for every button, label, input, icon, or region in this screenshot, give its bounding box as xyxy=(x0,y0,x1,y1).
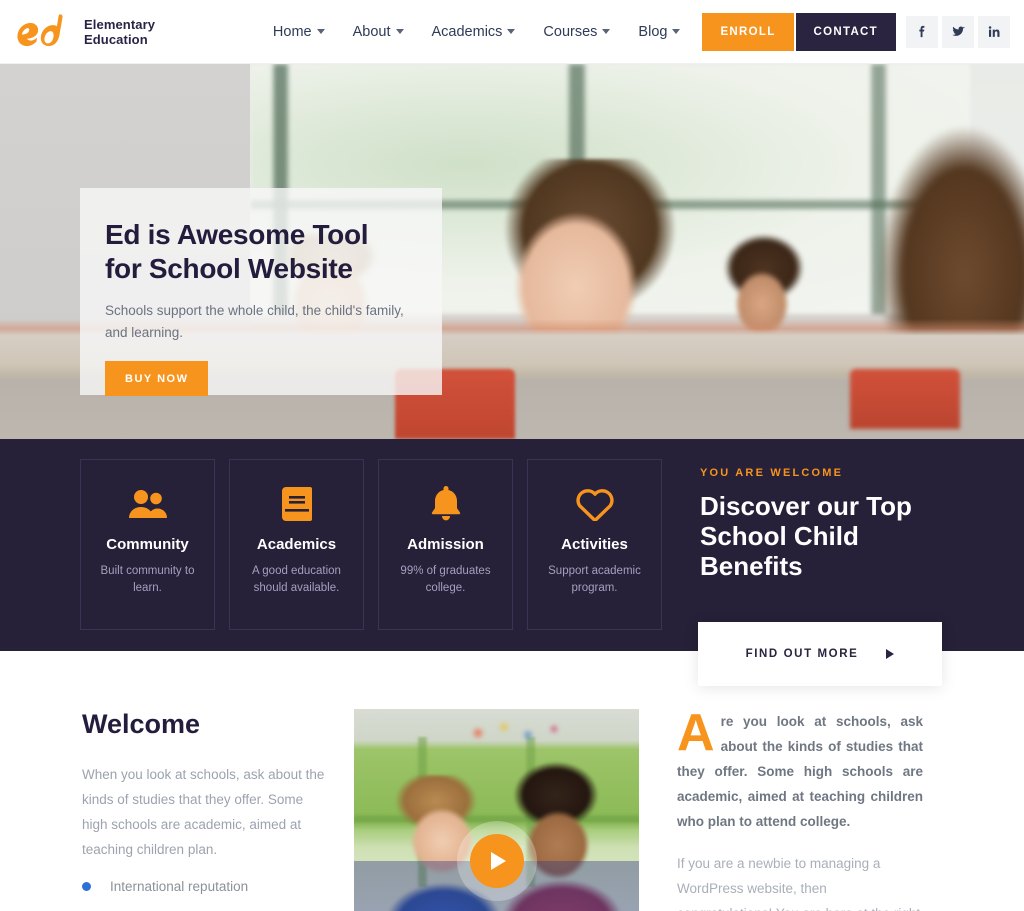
bell-icon xyxy=(431,482,461,526)
promo-eyebrow: YOU ARE WELCOME xyxy=(700,467,844,479)
nav-label: About xyxy=(352,23,391,40)
social-links xyxy=(906,15,1010,48)
chevron-down-icon xyxy=(507,29,516,34)
chevron-down-icon xyxy=(602,29,611,34)
hero-subtitle: Schools support the whole child, the chi… xyxy=(105,303,404,340)
welcome-video-card[interactable] xyxy=(354,709,639,911)
feature-title: Activities xyxy=(561,536,628,553)
nav-label: Academics xyxy=(431,23,503,40)
feature-title: Academics xyxy=(256,536,337,553)
play-icon xyxy=(469,834,524,888)
enroll-button[interactable]: ENROLL xyxy=(702,12,794,51)
brand-line1: Elementary xyxy=(84,16,156,32)
feature-card-activities[interactable]: Activities Support academic program. xyxy=(527,459,662,630)
nav-item-blog[interactable]: Blog xyxy=(624,24,694,40)
nav-item-home[interactable]: Home xyxy=(259,24,339,40)
welcome-bullet-list: International reputation Prepares future… xyxy=(82,879,332,911)
linkedin-icon xyxy=(988,26,999,37)
features-promo: YOU ARE WELCOME Discover our Top School … xyxy=(662,439,912,651)
feature-card-admission[interactable]: Admission 99% of graduates college. xyxy=(378,459,513,630)
feature-title: Admission xyxy=(407,536,484,553)
ed-logo-icon xyxy=(17,13,63,46)
welcome-left-column: Welcome When you look at schools, ask ab… xyxy=(82,709,332,911)
feature-desc: Support academic program. xyxy=(548,565,641,594)
main-navigation: Home About Academics Courses Blog ENROLL… xyxy=(259,12,1010,51)
nav-label: Home xyxy=(272,23,312,40)
promo-heading-line1: Discover our Top xyxy=(700,491,912,521)
hero-content-card: Ed is Awesome Tool for School Website Sc… xyxy=(80,188,442,396)
list-item-label: International reputation xyxy=(110,879,249,894)
find-out-more-button[interactable]: FIND OUT MORE xyxy=(698,622,942,686)
site-header: Elementary Education Home About Academic… xyxy=(0,0,1024,64)
hero-title: Ed is Awesome Tool for School Website xyxy=(105,218,414,286)
heart-icon xyxy=(575,482,614,526)
promo-heading-line2: School Child xyxy=(700,521,859,551)
promo-heading-line3: Benefits xyxy=(700,551,803,581)
feature-card-list: Community Built community to learn. Acad… xyxy=(0,439,662,651)
feature-desc: Built community to learn. xyxy=(100,565,195,594)
hero-section: Ed is Awesome Tool for School Website Sc… xyxy=(0,64,1024,439)
brand-logo[interactable]: Elementary Education xyxy=(16,11,155,53)
bullet-dot-icon xyxy=(82,882,91,891)
twitter-link[interactable] xyxy=(942,15,974,48)
feature-card-academics[interactable]: Academics A good education should availa… xyxy=(229,459,364,630)
buy-now-button[interactable]: BUY NOW xyxy=(105,361,209,396)
nav-item-academics[interactable]: Academics xyxy=(418,24,530,40)
hero-title-line1: Ed is Awesome Tool xyxy=(105,219,369,250)
nav-item-about[interactable]: About xyxy=(339,24,418,40)
contact-button[interactable]: CONTACT xyxy=(795,12,896,51)
chevron-down-icon xyxy=(672,29,681,34)
welcome-right-paragraph-2: If you are a newbie to managing a WordPr… xyxy=(677,856,920,911)
brand-line2: Education xyxy=(84,31,148,47)
arrow-right-icon xyxy=(886,649,895,659)
nav-label: Courses xyxy=(543,23,598,40)
nav-item-courses[interactable]: Courses xyxy=(529,24,624,40)
linkedin-link[interactable] xyxy=(978,15,1010,48)
video-play-button[interactable] xyxy=(456,821,537,901)
find-out-more-label: FIND OUT MORE xyxy=(745,648,859,660)
nav-label: Blog xyxy=(638,23,668,40)
facebook-link[interactable] xyxy=(906,15,938,48)
users-icon xyxy=(128,482,167,526)
book-icon xyxy=(281,482,312,526)
drop-cap: A xyxy=(677,704,715,762)
welcome-paragraph: When you look at schools, ask about the … xyxy=(82,767,325,857)
list-item: International reputation xyxy=(82,879,332,894)
hero-title-line2: for School Website xyxy=(105,253,353,284)
welcome-title: Welcome xyxy=(82,709,201,739)
facebook-icon xyxy=(918,25,924,38)
feature-title: Community xyxy=(106,536,189,553)
welcome-right-paragraph-1: Are you look at schools, ask about the k… xyxy=(677,704,923,834)
chevron-down-icon xyxy=(395,29,404,34)
feature-card-community[interactable]: Community Built community to learn. xyxy=(80,459,215,630)
twitter-icon xyxy=(951,26,965,36)
brand-text: Elementary Education xyxy=(84,17,155,47)
chevron-down-icon xyxy=(316,29,325,34)
promo-heading: Discover our Top School Child Benefits xyxy=(700,491,912,581)
welcome-section: Welcome When you look at schools, ask ab… xyxy=(0,651,1024,911)
welcome-right-column: Are you look at schools, ask about the k… xyxy=(677,704,923,911)
feature-desc: A good education should available. xyxy=(252,565,341,594)
feature-desc: 99% of graduates college. xyxy=(400,565,491,594)
features-section: Community Built community to learn. Acad… xyxy=(0,439,1024,651)
